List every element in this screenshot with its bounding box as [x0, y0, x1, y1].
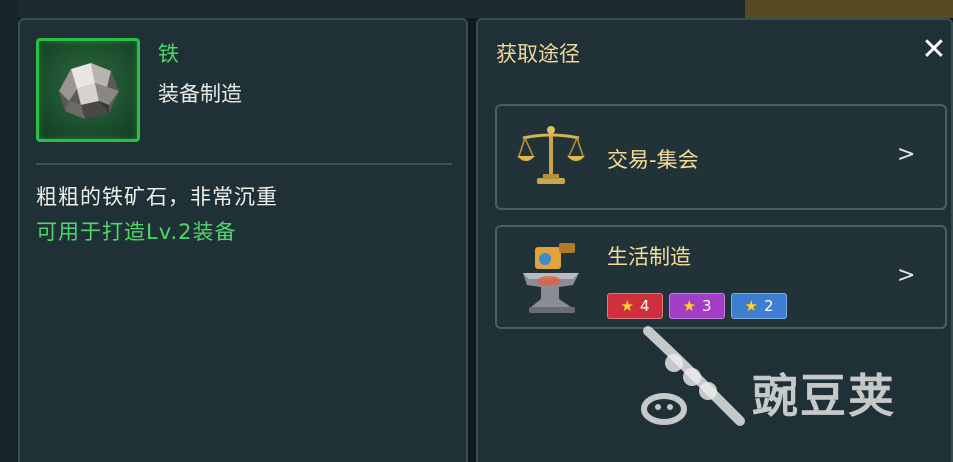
close-button[interactable]: ✕	[918, 34, 950, 66]
acquire-title: 获取途径	[496, 42, 580, 66]
iron-ore-icon	[59, 63, 119, 119]
item-description: 粗粗的铁矿石，非常沉重	[36, 185, 278, 209]
chevron-right-icon: >	[897, 263, 916, 288]
level-badge-purple: ★ 3	[669, 293, 725, 319]
route-life-crafting[interactable]: 生活制造 ★ 4 ★ 3 ★ 2 >	[495, 225, 947, 329]
item-type: 装备制造	[158, 82, 242, 106]
level-badge-blue: ★ 2	[731, 293, 787, 319]
scales-icon	[517, 126, 585, 184]
item-detail-panel: 铁 装备制造 粗粗的铁矿石，非常沉重 可用于打造Lv.2装备	[18, 18, 468, 462]
divider	[36, 163, 452, 165]
route-trade-label: 交易-集会	[607, 148, 699, 172]
star-icon: ★	[620, 297, 634, 315]
star-icon: ★	[682, 297, 696, 315]
background-left-bar	[0, 0, 18, 462]
badge-level: 2	[763, 297, 774, 315]
background-gold-bar	[745, 0, 953, 18]
star-icon: ★	[744, 297, 758, 315]
watermark-logo-icon	[641, 326, 745, 426]
item-icon-frame	[36, 38, 140, 142]
anvil-icon	[523, 243, 579, 313]
skill-level-badges: ★ 4 ★ 3 ★ 2	[607, 293, 787, 319]
item-usage: 可用于打造Lv.2装备	[36, 220, 237, 244]
watermark-text: 豌豆荚	[752, 369, 896, 423]
chevron-right-icon: >	[897, 142, 916, 167]
route-trade-gathering[interactable]: 交易-集会 >	[495, 104, 947, 210]
badge-level: 4	[639, 297, 650, 315]
level-badge-red: ★ 4	[607, 293, 663, 319]
badge-level: 3	[701, 297, 712, 315]
item-name: 铁	[158, 42, 179, 66]
route-craft-label: 生活制造	[607, 245, 691, 269]
close-icon: ✕	[921, 32, 947, 67]
